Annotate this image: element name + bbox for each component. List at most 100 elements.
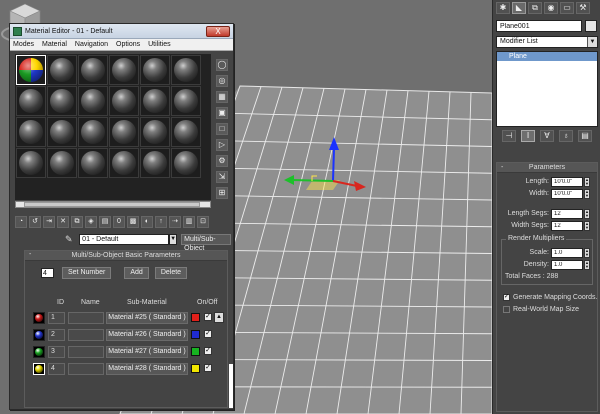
menu-navigation[interactable]: Navigation: [75, 41, 108, 48]
sample-slot[interactable]: [109, 86, 139, 116]
scale-input[interactable]: [551, 248, 583, 258]
sample-slot[interactable]: [140, 117, 170, 147]
menu-material[interactable]: Material: [42, 41, 67, 48]
sub-material-name-field[interactable]: [68, 312, 104, 324]
width-input[interactable]: [551, 189, 583, 199]
sample-slot[interactable]: [47, 117, 77, 147]
stack-item-plane[interactable]: Plane: [497, 52, 597, 61]
sample-slot[interactable]: [171, 148, 201, 178]
create-tab-icon[interactable]: ✱: [496, 2, 510, 14]
sub-material-preview[interactable]: [33, 363, 45, 375]
width-spinner[interactable]: ▲ ▼: [584, 189, 590, 199]
sample-slot[interactable]: [78, 117, 108, 147]
object-color-swatch[interactable]: [585, 20, 597, 32]
sub-material-on-checkbox[interactable]: ✓: [204, 313, 212, 321]
select-by-material-bottom-icon[interactable]: ▥: [183, 216, 195, 228]
options-icon[interactable]: ⚙: [216, 155, 228, 167]
motion-tab-icon[interactable]: ◉: [544, 2, 558, 14]
backlight-icon[interactable]: ◎: [216, 75, 228, 87]
sub-material-color-swatch[interactable]: [191, 330, 200, 339]
sample-type-icon[interactable]: ◯: [216, 59, 228, 71]
object-name-input[interactable]: [496, 20, 582, 32]
make-unique-icon[interactable]: ◈: [85, 216, 97, 228]
sub-material-preview[interactable]: [33, 329, 45, 341]
length-input[interactable]: [551, 177, 583, 187]
sub-material-id[interactable]: 2: [48, 329, 65, 341]
sub-material-name-field[interactable]: [68, 329, 104, 341]
set-number-button[interactable]: Set Number: [62, 267, 112, 279]
sample-slot[interactable]: [109, 117, 139, 147]
add-button[interactable]: Add: [124, 267, 149, 279]
select-by-material-icon[interactable]: ⇲: [216, 171, 228, 183]
sub-material-row[interactable]: 4 Material #28 ( Standard ) ✓: [33, 363, 223, 375]
sample-slot[interactable]: [16, 148, 46, 178]
put-to-scene-icon[interactable]: ↺: [29, 216, 41, 228]
number-of-materials-input[interactable]: [41, 268, 54, 278]
material-editor-titlebar[interactable]: Material Editor - 01 - Default X: [10, 24, 233, 39]
sample-slot[interactable]: [140, 148, 170, 178]
sample-slot[interactable]: [47, 55, 77, 85]
slots-horizontal-scrollbar[interactable]: [15, 201, 211, 208]
close-icon[interactable]: X: [206, 25, 230, 37]
eyedropper-icon[interactable]: ✎: [65, 233, 75, 245]
sample-slot[interactable]: [16, 86, 46, 116]
density-spinner[interactable]: ▲ ▼: [584, 260, 590, 270]
rollout-header[interactable]: - Multi/Sub-Object Basic Parameters: [25, 251, 227, 261]
sub-material-name-field[interactable]: [68, 346, 104, 358]
sub-material-row[interactable]: 3 Material #27 ( Standard ) ✓: [33, 346, 223, 358]
modify-tab-icon[interactable]: ◣: [512, 2, 526, 14]
sub-material-color-swatch[interactable]: [191, 364, 200, 373]
menu-options[interactable]: Options: [116, 41, 140, 48]
background-icon[interactable]: ▦: [216, 91, 228, 103]
sub-material-on-checkbox[interactable]: ✓: [204, 347, 212, 355]
scrollbar-thumb[interactable]: [24, 202, 200, 207]
utilities-tab-icon[interactable]: ⚒: [576, 2, 590, 14]
material-id-channel-icon[interactable]: 0: [113, 216, 125, 228]
sample-slot-active[interactable]: [16, 55, 46, 85]
width-segs-input[interactable]: [551, 221, 583, 231]
uv-tiling-icon[interactable]: ▣: [216, 107, 228, 119]
get-material-icon[interactable]: ◔: [15, 216, 27, 228]
sub-material-color-swatch[interactable]: [191, 347, 200, 356]
make-unique-stack-icon[interactable]: ∀: [540, 130, 554, 142]
pick-from-object-icon[interactable]: ⊡: [197, 216, 209, 228]
sub-material-name-field[interactable]: [68, 363, 104, 375]
sample-slot[interactable]: [78, 86, 108, 116]
show-end-result-icon[interactable]: ◐: [141, 216, 153, 228]
sample-slot[interactable]: [47, 86, 77, 116]
sub-material-row[interactable]: 2 Material #26 ( Standard ) ✓: [33, 329, 223, 341]
pin-stack-icon[interactable]: ⊣: [502, 130, 516, 142]
sub-material-on-checkbox[interactable]: ✓: [204, 330, 212, 338]
reset-map-icon[interactable]: ✕: [57, 216, 69, 228]
video-color-check-icon[interactable]: □: [216, 123, 228, 135]
length-segs-input[interactable]: [551, 209, 583, 219]
menu-modes[interactable]: Modes: [13, 41, 34, 48]
material-name-dropdown-icon[interactable]: ▼: [169, 233, 178, 245]
sub-material-button[interactable]: Material #28 ( Standard ): [106, 363, 188, 375]
sample-slot[interactable]: [171, 86, 201, 116]
generate-mapping-coords-checkbox[interactable]: ✓ Generate Mapping Coords.: [503, 294, 598, 303]
go-forward-sibling-icon[interactable]: ⇢: [169, 216, 181, 228]
assign-to-selection-icon[interactable]: ⇥: [43, 216, 55, 228]
menu-utilities[interactable]: Utilities: [148, 41, 171, 48]
go-to-parent-icon[interactable]: ↑: [155, 216, 167, 228]
sub-material-color-swatch[interactable]: [191, 313, 200, 322]
sub-material-preview[interactable]: [33, 312, 45, 324]
material-editor-window[interactable]: Material Editor - 01 - Default X Modes M…: [9, 23, 234, 410]
length-spinner[interactable]: ▲ ▼: [584, 177, 590, 187]
material-map-navigator-icon[interactable]: ⊞: [216, 187, 228, 199]
sample-slot[interactable]: [16, 117, 46, 147]
sub-material-row[interactable]: 1 Material #25 ( Standard ) ✓ ▲: [33, 312, 224, 324]
real-world-map-size-checkbox[interactable]: Real-World Map Size: [503, 306, 598, 315]
display-tab-icon[interactable]: ▭: [560, 2, 574, 14]
chevron-up-icon[interactable]: ▲: [214, 312, 224, 323]
sample-slot[interactable]: [171, 55, 201, 85]
sub-material-id[interactable]: 3: [48, 346, 65, 358]
sub-material-button[interactable]: Material #27 ( Standard ): [106, 346, 188, 358]
sub-material-button[interactable]: Material #25 ( Standard ): [106, 312, 188, 324]
modifier-stack[interactable]: Plane: [496, 51, 598, 127]
show-end-result-stack-icon[interactable]: Ⅰ: [521, 130, 535, 142]
material-name-input[interactable]: [79, 233, 170, 245]
sample-slot[interactable]: [171, 117, 201, 147]
parameters-header[interactable]: - Parameters: [497, 163, 597, 173]
